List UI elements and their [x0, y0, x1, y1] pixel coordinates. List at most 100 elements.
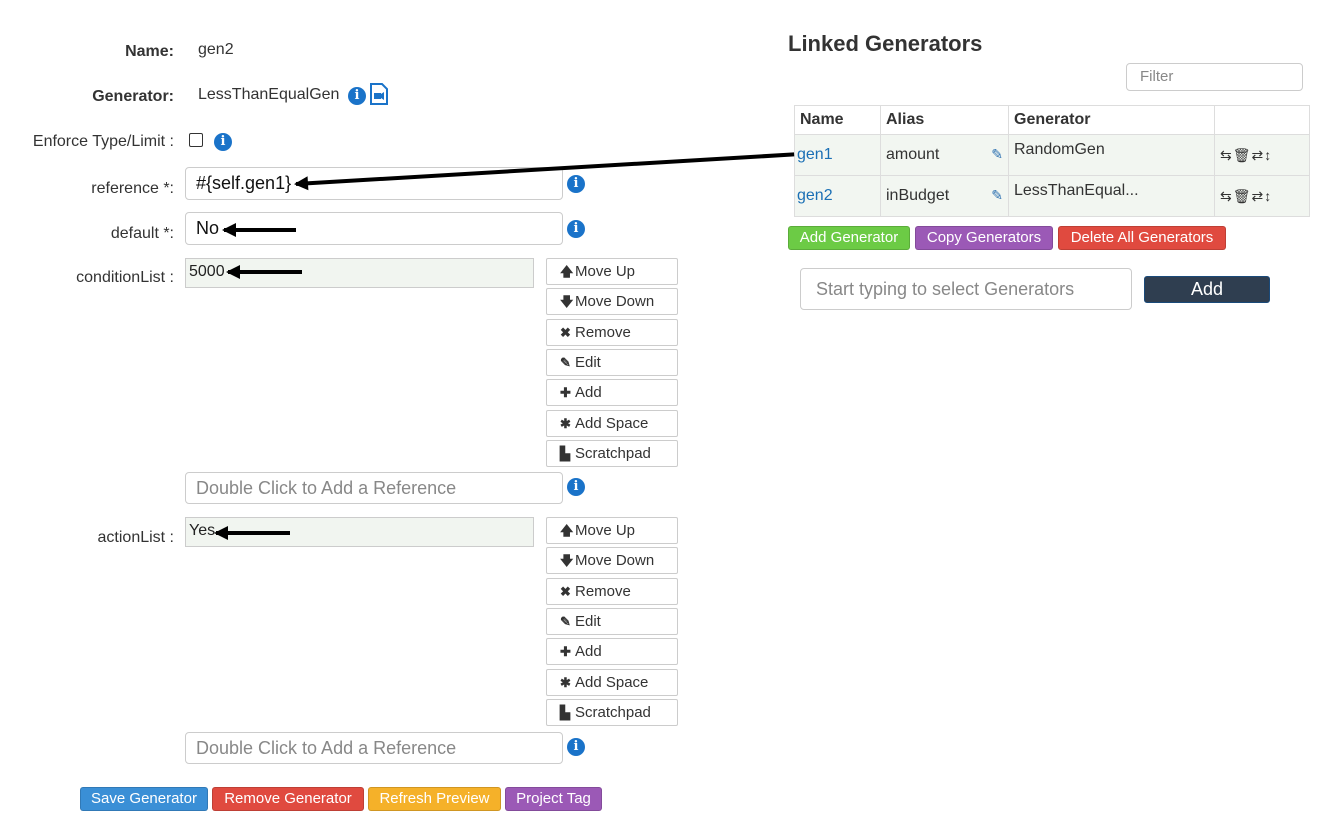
asterisk-icon: ✱ — [560, 675, 571, 690]
enforce-info-icon[interactable]: i — [214, 133, 232, 151]
column-header-actions — [1214, 105, 1310, 135]
action-reference-info-icon[interactable]: i — [567, 738, 585, 756]
filter-input[interactable]: Filter — [1126, 63, 1303, 91]
generator-info-icon[interactable]: i — [348, 87, 366, 105]
row-name-link[interactable]: gen1 — [797, 146, 833, 163]
arrow-down-icon: 🡇 — [560, 553, 574, 568]
row-actions: ⇆🗑⇄↕ — [1214, 175, 1310, 217]
action-scratchpad-button[interactable]: ▙ Scratchpad — [546, 699, 678, 726]
condition-add-button[interactable]: ✚ Add — [546, 379, 678, 406]
table-header-row: Name Alias Generator — [794, 105, 1310, 135]
action-list-label: actionList : — [97, 529, 174, 546]
add-label: Add — [575, 643, 602, 660]
times-icon: ✖ — [560, 584, 571, 599]
generator-label: Generator: — [92, 88, 174, 105]
action-move-down-button[interactable]: 🡇 Move Down — [546, 547, 678, 574]
condition-move-up-button[interactable]: 🡅 Move Up — [546, 258, 678, 285]
name-label: Name: — [125, 43, 174, 60]
column-header-alias[interactable]: Alias — [880, 105, 1009, 135]
trash-icon[interactable]: 🗑 — [1233, 188, 1252, 204]
save-generator-button[interactable]: Save Generator — [80, 787, 208, 811]
condition-reference-input[interactable]: Double Click to Add a Reference — [185, 472, 563, 504]
scratchpad-label: Scratchpad — [575, 445, 651, 462]
edit-label: Edit — [575, 613, 601, 630]
action-edit-button[interactable]: ✎ Edit — [546, 608, 678, 635]
add-space-label: Add Space — [575, 415, 649, 432]
condition-reference-info-icon[interactable]: i — [567, 478, 585, 496]
action-remove-button[interactable]: ✖ Remove — [546, 578, 678, 605]
updown-icon[interactable]: ↕ — [1264, 147, 1272, 163]
row-alias-cell: inBudget ✎ — [880, 175, 1009, 217]
reference-info-icon[interactable]: i — [567, 175, 585, 193]
trash-icon[interactable]: 🗑 — [1233, 147, 1252, 163]
add-space-label: Add Space — [575, 674, 649, 691]
row-name-cell[interactable]: gen1 — [794, 134, 881, 176]
pencil-icon: ✎ — [560, 355, 571, 370]
condition-remove-button[interactable]: ✖ Remove — [546, 319, 678, 346]
row-name-cell[interactable]: gen2 — [794, 175, 881, 217]
annotation-arrow-action — [214, 526, 290, 540]
swap-icon[interactable]: ⇆ — [1220, 188, 1233, 204]
video-doc-icon[interactable] — [369, 83, 389, 105]
table-row: gen1 amount ✎ RandomGen ⇆🗑⇄↕ — [794, 134, 1310, 176]
row-name-link[interactable]: gen2 — [797, 187, 833, 204]
row-alias-cell: amount ✎ — [880, 134, 1009, 176]
row-generator: RandomGen — [1008, 134, 1215, 176]
column-header-name[interactable]: Name — [794, 105, 881, 135]
condition-add-space-button[interactable]: ✱ Add Space — [546, 410, 678, 437]
refresh-preview-button[interactable]: Refresh Preview — [368, 787, 501, 811]
updown-icon[interactable]: ↕ — [1264, 188, 1272, 204]
condition-move-down-button[interactable]: 🡇 Move Down — [546, 288, 678, 315]
asterisk-icon: ✱ — [560, 416, 571, 431]
remove-label: Remove — [575, 583, 631, 600]
row-alias: inBudget — [886, 187, 950, 204]
action-add-button[interactable]: ✚ Add — [546, 638, 678, 665]
plus-icon: ✚ — [560, 644, 571, 659]
edit-alias-pencil-icon[interactable]: ✎ — [991, 187, 1003, 204]
times-icon: ✖ — [560, 325, 571, 340]
arrow-up-icon: 🡅 — [560, 523, 574, 538]
edit-alias-pencil-icon[interactable]: ✎ — [991, 146, 1003, 163]
add-label: Add — [575, 384, 602, 401]
action-reference-input[interactable]: Double Click to Add a Reference — [185, 732, 563, 764]
file-icon: ▙ — [560, 446, 570, 461]
annotation-arrow-condition — [226, 265, 302, 279]
action-move-up-button[interactable]: 🡅 Move Up — [546, 517, 678, 544]
row-generator: LessThanEqual... — [1008, 175, 1215, 217]
linked-generators-title: Linked Generators — [788, 31, 983, 56]
copy-generators-button[interactable]: Copy Generators — [915, 226, 1053, 250]
remove-label: Remove — [575, 324, 631, 341]
name-value: gen2 — [198, 41, 234, 58]
project-tag-button[interactable]: Project Tag — [505, 787, 602, 811]
delete-all-generators-button[interactable]: Delete All Generators — [1058, 226, 1226, 250]
arrow-down-icon: 🡇 — [560, 294, 574, 309]
move-up-label: Move Up — [575, 522, 636, 539]
select-generators-input[interactable]: Start typing to select Generators — [800, 268, 1132, 310]
swap-icon[interactable]: ⇆ — [1220, 147, 1233, 163]
row-actions: ⇆🗑⇄↕ — [1214, 134, 1310, 176]
table-row: gen2 inBudget ✎ LessThanEqual... ⇆🗑⇄↕ — [794, 175, 1310, 217]
add-button[interactable]: Add — [1144, 276, 1270, 303]
exchange-icon[interactable]: ⇄ — [1252, 188, 1265, 204]
scratchpad-label: Scratchpad — [575, 704, 651, 721]
condition-scratchpad-button[interactable]: ▙ Scratchpad — [546, 440, 678, 467]
action-add-space-button[interactable]: ✱ Add Space — [546, 669, 678, 696]
condition-edit-button[interactable]: ✎ Edit — [546, 349, 678, 376]
move-down-label: Move Down — [575, 552, 655, 569]
add-generator-button[interactable]: Add Generator — [788, 226, 910, 250]
enforce-checkbox[interactable] — [189, 133, 203, 147]
arrow-up-icon: 🡅 — [560, 264, 574, 279]
annotation-arrow-default — [222, 223, 296, 237]
file-icon: ▙ — [560, 705, 570, 720]
column-header-generator[interactable]: Generator — [1008, 105, 1215, 135]
pencil-icon: ✎ — [560, 614, 571, 629]
move-down-label: Move Down — [575, 293, 655, 310]
plus-icon: ✚ — [560, 385, 571, 400]
reference-label: reference *: — [91, 180, 174, 197]
default-info-icon[interactable]: i — [567, 220, 585, 238]
generator-value: LessThanEqualGen — [198, 86, 340, 103]
remove-generator-button[interactable]: Remove Generator — [212, 787, 364, 811]
linked-generators-table: Name Alias Generator gen1 amount ✎ Random… — [794, 105, 1310, 217]
exchange-icon[interactable]: ⇄ — [1252, 147, 1265, 163]
move-up-label: Move Up — [575, 263, 636, 280]
